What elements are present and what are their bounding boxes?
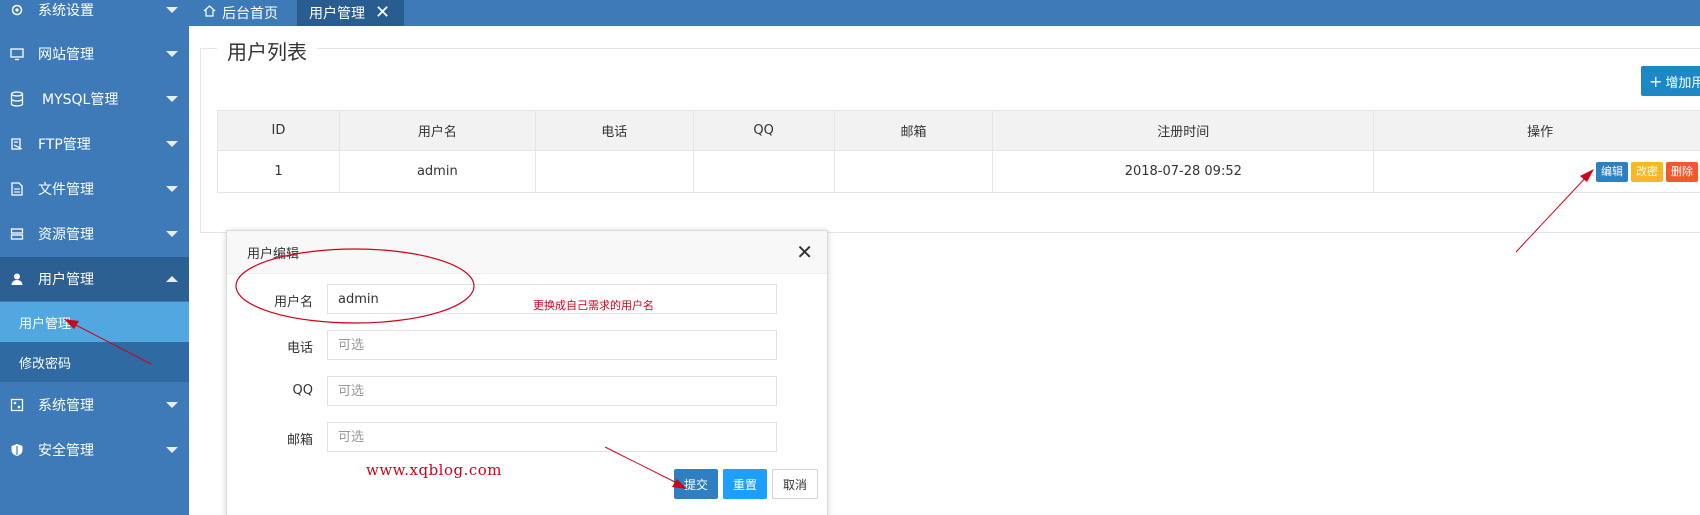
column-header-phone: 电话 xyxy=(534,110,694,151)
column-header-registered: 注册时间 xyxy=(992,110,1375,151)
sidebar-item-label: 资源管理 xyxy=(38,227,94,243)
sidebar-item-files[interactable]: 文件管理 xyxy=(0,167,189,211)
gear-icon xyxy=(9,2,25,18)
cell-qq xyxy=(692,150,835,193)
phone-input[interactable] xyxy=(327,330,777,360)
chevron-down-icon xyxy=(166,7,178,13)
close-icon[interactable]: ✕ xyxy=(796,242,813,262)
user-edit-dialog: 用户编辑 ✕ 用户名 电话 QQ 邮箱 提交 重置 取消 xyxy=(226,230,828,515)
user-table: ID 用户名 电话 QQ 邮箱 注册时间 操作 1 admin 2018-07-… xyxy=(217,110,1700,193)
sidebar: 系统设置 网站管理 MYSQL管理 FTP管理 文件管理 资源管理 用户管理 用… xyxy=(0,0,189,515)
qq-label: QQ xyxy=(292,383,313,398)
sidebar-item-label: 文件管理 xyxy=(38,182,94,198)
form-row-username: 用户名 xyxy=(227,284,827,314)
chevron-down-icon xyxy=(166,231,178,237)
change-password-button[interactable]: 改密 xyxy=(1631,161,1663,182)
chevron-down-icon xyxy=(166,96,178,102)
user-icon xyxy=(9,271,25,287)
add-user-label: 增加用 xyxy=(1665,75,1700,91)
monitor-icon xyxy=(9,46,25,62)
column-header-qq: QQ xyxy=(692,110,835,151)
system-icon xyxy=(9,397,25,413)
shield-icon xyxy=(9,442,25,458)
sidebar-item-security[interactable]: 安全管理 xyxy=(0,428,189,472)
tab-active-label: 用户管理 xyxy=(309,6,365,22)
sidebar-item-ftp[interactable]: FTP管理 xyxy=(0,122,189,166)
sidebar-item-label: 安全管理 xyxy=(38,443,94,459)
cell-registered: 2018-07-28 09:52 xyxy=(992,150,1375,193)
chevron-down-icon xyxy=(166,186,178,192)
cell-id: 1 xyxy=(217,150,340,193)
table-row: 1 admin 2018-07-28 09:52 编辑 改密 删除 xyxy=(217,150,1700,193)
qq-input[interactable] xyxy=(327,376,777,406)
email-label: 邮箱 xyxy=(286,433,313,448)
column-header-id: ID xyxy=(217,110,340,151)
form-row-email: 邮箱 xyxy=(227,422,827,452)
cell-actions: 编辑 改密 删除 xyxy=(1373,150,1700,193)
chevron-down-icon xyxy=(166,402,178,408)
sidebar-item-label: 网站管理 xyxy=(38,47,94,63)
sidebar-item-website[interactable]: 网站管理 xyxy=(0,32,189,76)
plus-icon: + xyxy=(1649,71,1663,91)
home-icon xyxy=(203,5,216,21)
sidebar-item-label: 用户管理 xyxy=(38,272,94,288)
column-header-username: 用户名 xyxy=(338,110,536,151)
tab-bar: 后台首页 用户管理 ✕ xyxy=(189,0,1700,26)
sidebar-item-label: MYSQL管理 xyxy=(42,92,119,108)
form-row-qq: QQ xyxy=(227,376,827,406)
table-header-row: ID 用户名 电话 QQ 邮箱 注册时间 操作 xyxy=(217,110,1700,151)
chevron-down-icon xyxy=(166,141,178,147)
cell-phone xyxy=(534,150,694,193)
edit-button[interactable]: 编辑 xyxy=(1596,161,1628,182)
tab-home-label: 后台首页 xyxy=(222,6,278,22)
chevron-down-icon xyxy=(166,447,178,453)
server-icon xyxy=(9,226,25,242)
sidebar-item-mysql[interactable]: MYSQL管理 xyxy=(0,77,189,121)
sidebar-item-label: 系统管理 xyxy=(38,398,94,414)
form-row-phone: 电话 xyxy=(227,330,827,360)
cell-username: admin xyxy=(338,150,536,193)
dialog-title: 用户编辑 xyxy=(247,246,300,262)
sidebar-item-resources[interactable]: 资源管理 xyxy=(0,212,189,256)
close-icon[interactable]: ✕ xyxy=(375,4,390,22)
column-header-actions: 操作 xyxy=(1373,110,1700,151)
phone-label: 电话 xyxy=(286,341,313,356)
sidebar-subitem-change-password[interactable]: 修改密码 xyxy=(0,342,189,382)
database-icon xyxy=(9,91,25,107)
add-user-button[interactable]: + 增加用 xyxy=(1641,66,1700,96)
sidebar-item-label: FTP管理 xyxy=(38,137,91,153)
sidebar-item-label: 系统设置 xyxy=(38,3,94,19)
tab-home[interactable]: 后台首页 xyxy=(203,0,278,26)
delete-button[interactable]: 删除 xyxy=(1666,161,1698,182)
column-header-email: 邮箱 xyxy=(833,110,994,151)
sidebar-subitem-label: 修改密码 xyxy=(19,356,72,372)
watermark-text: www.xqblog.com xyxy=(366,461,503,479)
cell-email xyxy=(833,150,994,193)
sidebar-item-users[interactable]: 用户管理 xyxy=(0,257,189,301)
annotation-hint: 更换成自己需求的用户名 xyxy=(533,299,654,312)
chevron-up-icon xyxy=(166,276,178,282)
sidebar-subitem-label: 用户管理 xyxy=(19,316,72,332)
reset-button[interactable]: 重置 xyxy=(723,469,767,499)
panel-title: 用户列表 xyxy=(217,36,317,65)
sidebar-item-system-settings[interactable]: 系统设置 xyxy=(0,0,189,32)
sidebar-item-system[interactable]: 系统管理 xyxy=(0,383,189,427)
username-label: 用户名 xyxy=(273,295,313,310)
dialog-header: 用户编辑 xyxy=(227,231,827,274)
chevron-down-icon xyxy=(166,51,178,57)
ftp-icon xyxy=(9,136,25,152)
email-input[interactable] xyxy=(327,422,777,452)
cancel-button[interactable]: 取消 xyxy=(772,469,818,499)
file-icon xyxy=(9,181,25,197)
submit-button[interactable]: 提交 xyxy=(674,469,718,499)
sidebar-subitem-user-management[interactable]: 用户管理 xyxy=(0,302,189,342)
tab-user-management[interactable]: 用户管理 ✕ xyxy=(297,0,404,26)
